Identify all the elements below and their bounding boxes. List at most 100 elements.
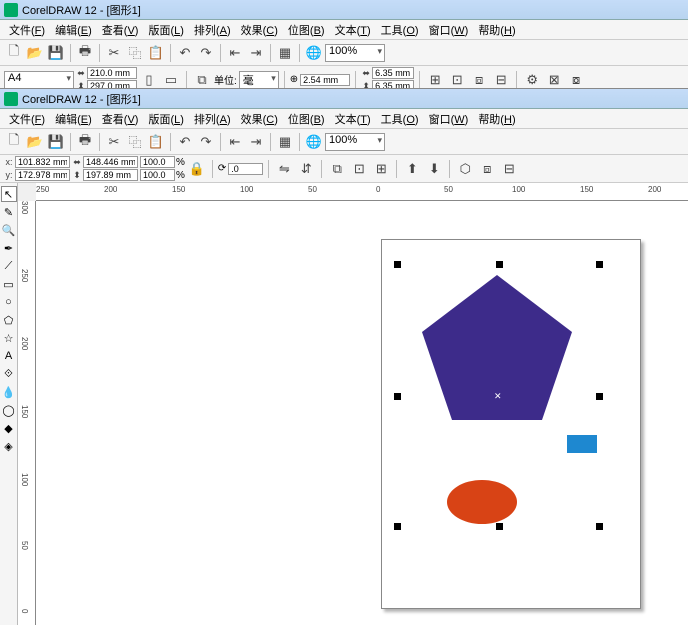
open-icon[interactable]: 📂 bbox=[25, 132, 45, 152]
tool-rect[interactable]: ▭ bbox=[1, 276, 17, 292]
redo-icon[interactable]: ↷ bbox=[196, 132, 216, 152]
snap4-icon[interactable]: ⊟ bbox=[491, 70, 511, 90]
tool-zoom[interactable]: 🔍 bbox=[1, 222, 17, 238]
tool-basicshape[interactable]: ☆ bbox=[1, 330, 17, 346]
tool-smartdraw[interactable]: ⟋ bbox=[1, 258, 17, 274]
cut-icon[interactable]: ✂ bbox=[104, 132, 124, 152]
menu-帮助[interactable]: 帮助(H) bbox=[473, 22, 520, 38]
tool-outline[interactable]: ◯ bbox=[1, 402, 17, 418]
new-icon[interactable]: 🗋 bbox=[4, 43, 24, 63]
menu-帮助[interactable]: 帮助(H) bbox=[473, 111, 520, 127]
pages-icon[interactable]: ⧉ bbox=[192, 70, 212, 90]
group-icon[interactable]: ⊡ bbox=[349, 159, 369, 179]
menu-排列[interactable]: 排列(A) bbox=[189, 111, 236, 127]
redo-icon[interactable]: ↷ bbox=[196, 43, 216, 63]
print-icon[interactable]: 🖶 bbox=[75, 132, 95, 152]
rect-shape[interactable] bbox=[567, 435, 597, 453]
save-icon[interactable]: 💾 bbox=[46, 132, 66, 152]
tool-shape[interactable]: ✎ bbox=[1, 204, 17, 220]
save-icon[interactable]: 💾 bbox=[46, 43, 66, 63]
obj-y-input[interactable] bbox=[15, 169, 70, 181]
copy-icon[interactable]: ⿻ bbox=[125, 43, 145, 63]
app-launcher-icon[interactable]: ▦ bbox=[275, 43, 295, 63]
paper-size-dropdown[interactable]: A4 bbox=[4, 71, 74, 89]
mirror-v-icon[interactable]: ⇵ bbox=[296, 159, 316, 179]
sel-handle-tl[interactable] bbox=[394, 261, 401, 268]
menu-窗口[interactable]: 窗口(W) bbox=[424, 111, 474, 127]
export-icon[interactable]: ⇥ bbox=[246, 43, 266, 63]
paste-icon[interactable]: 📋 bbox=[146, 43, 166, 63]
menu-窗口[interactable]: 窗口(W) bbox=[424, 22, 474, 38]
menu-工具[interactable]: 工具(O) bbox=[376, 111, 424, 127]
copy-icon[interactable]: ⿻ bbox=[125, 132, 145, 152]
undo-icon[interactable]: ↶ bbox=[175, 43, 195, 63]
angle-input[interactable] bbox=[228, 163, 263, 175]
landscape-icon[interactable]: ▭ bbox=[161, 70, 181, 90]
paper-width-input[interactable] bbox=[87, 67, 137, 79]
canvas-area[interactable]: ✕ bbox=[36, 201, 688, 625]
sel-handle-br[interactable] bbox=[596, 523, 603, 530]
dup-x-input[interactable] bbox=[372, 67, 414, 79]
tool-polygon[interactable]: ⬠ bbox=[1, 312, 17, 328]
obj-w-input[interactable] bbox=[83, 156, 138, 168]
tool-text[interactable]: A bbox=[1, 348, 17, 364]
obj-x-input[interactable] bbox=[15, 156, 70, 168]
menu-位图[interactable]: 位图(B) bbox=[283, 22, 330, 38]
combine-icon[interactable]: ⊞ bbox=[371, 159, 391, 179]
menu-版面[interactable]: 版面(L) bbox=[143, 111, 188, 127]
new-icon[interactable]: 🗋 bbox=[4, 132, 24, 152]
tool-ellipse[interactable]: ○ bbox=[1, 294, 17, 310]
menu-文件[interactable]: 文件(F) bbox=[4, 22, 50, 38]
app-launcher-icon[interactable]: ▦ bbox=[275, 132, 295, 152]
menu-工具[interactable]: 工具(O) bbox=[376, 22, 424, 38]
sel-handle-mr[interactable] bbox=[596, 393, 603, 400]
sel-center-marker[interactable]: ✕ bbox=[494, 391, 502, 402]
open-icon[interactable]: 📂 bbox=[25, 43, 45, 63]
align-icon[interactable]: ⊟ bbox=[499, 159, 519, 179]
options2-icon[interactable]: ⊠ bbox=[544, 70, 564, 90]
nudge-input[interactable] bbox=[300, 74, 350, 86]
menu-编辑[interactable]: 编辑(E) bbox=[50, 22, 97, 38]
menu-版面[interactable]: 版面(L) bbox=[143, 22, 188, 38]
import-icon[interactable]: ⇤ bbox=[225, 43, 245, 63]
corel-online-icon[interactable]: 🌐 bbox=[304, 43, 324, 63]
snap-icon[interactable]: ⊞ bbox=[425, 70, 445, 90]
portrait-icon[interactable]: ▯ bbox=[139, 70, 159, 90]
wrap-icon[interactable]: ⧈ bbox=[477, 159, 497, 179]
inner-zoom-dropdown[interactable]: 100% bbox=[325, 133, 385, 151]
tool-eyedrop[interactable]: 💧 bbox=[1, 384, 17, 400]
corel-online-icon[interactable]: 🌐 bbox=[304, 132, 324, 152]
options3-icon[interactable]: ⧇ bbox=[566, 70, 586, 90]
cut-icon[interactable]: ✂ bbox=[104, 43, 124, 63]
snap2-icon[interactable]: ⊡ bbox=[447, 70, 467, 90]
menu-效果[interactable]: 效果(C) bbox=[236, 22, 283, 38]
menu-排列[interactable]: 排列(A) bbox=[189, 22, 236, 38]
menu-位图[interactable]: 位图(B) bbox=[283, 111, 330, 127]
print-icon[interactable]: 🖶 bbox=[75, 43, 95, 63]
obj-h-input[interactable] bbox=[83, 169, 138, 181]
sel-handle-bm[interactable] bbox=[496, 523, 503, 530]
menu-效果[interactable]: 效果(C) bbox=[236, 111, 283, 127]
menu-文本[interactable]: 文本(T) bbox=[330, 22, 376, 38]
menu-文本[interactable]: 文本(T) bbox=[330, 111, 376, 127]
convert-icon[interactable]: ⬡ bbox=[455, 159, 475, 179]
tool-freehand[interactable]: ✒ bbox=[1, 240, 17, 256]
menu-查看[interactable]: 查看(V) bbox=[97, 111, 144, 127]
snap3-icon[interactable]: ⧈ bbox=[469, 70, 489, 90]
to-front-icon[interactable]: ⬆ bbox=[402, 159, 422, 179]
ungroup-icon[interactable]: ⧉ bbox=[327, 159, 347, 179]
tool-fill[interactable]: ◆ bbox=[1, 420, 17, 436]
ellipse-shape[interactable] bbox=[447, 480, 517, 524]
import-icon[interactable]: ⇤ bbox=[225, 132, 245, 152]
tool-interactive[interactable]: ⟐ bbox=[1, 366, 17, 382]
export-icon[interactable]: ⇥ bbox=[246, 132, 266, 152]
to-back-icon[interactable]: ⬇ bbox=[424, 159, 444, 179]
sel-handle-tr[interactable] bbox=[596, 261, 603, 268]
options-icon[interactable]: ⚙ bbox=[522, 70, 542, 90]
sel-handle-ml[interactable] bbox=[394, 393, 401, 400]
sel-handle-tm[interactable] bbox=[496, 261, 503, 268]
undo-icon[interactable]: ↶ bbox=[175, 132, 195, 152]
menu-编辑[interactable]: 编辑(E) bbox=[50, 111, 97, 127]
tool-interactive-fill[interactable]: ◈ bbox=[1, 438, 17, 454]
lock-ratio-icon[interactable]: 🔒 bbox=[187, 159, 207, 179]
